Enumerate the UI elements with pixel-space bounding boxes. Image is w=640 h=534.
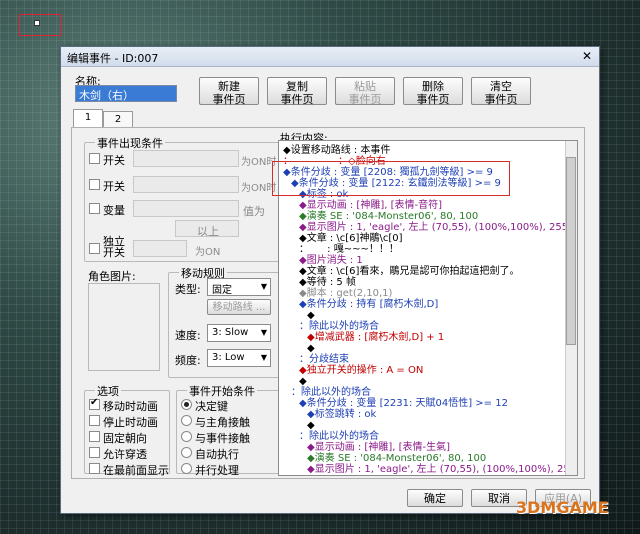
copy-page-label-1: 复制 [286, 80, 308, 93]
switch2-label: 开关 [103, 180, 125, 193]
through-label: 允许穿透 [103, 448, 147, 461]
speed-select[interactable]: 3: Slow ▼ [207, 324, 271, 342]
chevron-down-icon: ▼ [260, 353, 267, 362]
switch1-label: 开关 [103, 154, 125, 167]
content-line[interactable]: ◆增减武器 : [腐朽木劍,D] + 1 [307, 332, 444, 344]
switch1-checkbox[interactable] [89, 153, 100, 164]
chevron-down-icon: ▼ [260, 282, 267, 291]
move-type-select[interactable]: 固定 ▼ [207, 278, 271, 296]
walk-anim-checkbox[interactable] [89, 397, 100, 410]
paste-page-label-2: 事件页 [348, 93, 382, 106]
trigger-group: 事件开始条件 决定键 与主角接触 与事件接触 自动执行 并行处理 [176, 383, 280, 477]
variable-field[interactable] [133, 200, 239, 217]
trigger-parallel-radio[interactable] [181, 463, 192, 474]
through-checkbox[interactable] [89, 447, 100, 458]
name-input[interactable]: 木剑（右） [75, 85, 177, 102]
move-type-value: 固定 [212, 285, 232, 296]
new-page-label-1: 新建 [218, 80, 240, 93]
direction-fix-checkbox[interactable] [89, 431, 100, 442]
trigger-player-touch-radio[interactable] [181, 415, 192, 426]
chevron-down-icon: ▼ [260, 328, 267, 337]
clear-page-label-1: 清空 [490, 80, 512, 93]
step-anim-checkbox[interactable] [89, 415, 100, 426]
paste-page-label-1: 粘贴 [354, 80, 376, 93]
move-type-label: 类型: [175, 283, 201, 296]
switch1-field[interactable] [133, 150, 239, 167]
ok-button[interactable]: 确定 [407, 489, 463, 507]
speed-value: 3: Slow [212, 327, 249, 338]
conditions-title: 事件出现条件 [95, 135, 165, 151]
scrollbar[interactable] [565, 141, 577, 475]
event-marker[interactable] [19, 14, 61, 36]
close-icon[interactable]: ✕ [579, 49, 595, 64]
always-on-top-checkbox[interactable] [89, 463, 100, 474]
trigger-event-touch-label: 与事件接触 [195, 432, 250, 445]
title-bar[interactable]: 编辑事件 - ID:007 ✕ [61, 47, 599, 67]
delete-page-button[interactable]: 删除 事件页 [403, 77, 463, 106]
above-label: 以上 [197, 225, 219, 238]
self-switch-label: 独立 开关 [103, 236, 125, 258]
options-title: 选项 [95, 383, 121, 399]
clear-page-button[interactable]: 清空 事件页 [471, 77, 531, 106]
window-title: 编辑事件 - ID:007 [67, 52, 159, 65]
trigger-autorun-label: 自动执行 [195, 448, 239, 461]
highlight-box [272, 161, 510, 196]
self-switch-select[interactable] [133, 240, 187, 257]
scrollbar-thumb[interactable] [566, 157, 576, 345]
conditions-group: 事件出现条件 开关 为ON时 开关 为ON时 变量 值为 以上 独立 开关 为ON [84, 135, 284, 262]
tab-page-2[interactable]: 2 [103, 111, 133, 127]
graphic-label: 角色图片: [88, 270, 136, 283]
delete-page-label-1: 删除 [422, 80, 444, 93]
speed-label: 速度: [175, 329, 201, 342]
movement-group: 移动规则 类型: 固定 ▼ 移动路线 ... 速度: 3: Slow ▼ 频度: 3… [168, 265, 280, 378]
trigger-parallel-label: 并行处理 [195, 464, 239, 477]
new-page-button[interactable]: 新建 事件页 [199, 77, 259, 106]
self-switch-on-label: 为ON [195, 247, 221, 258]
copy-page-label-2: 事件页 [280, 93, 314, 106]
content-line[interactable]: ◆标签跳转 : ok [307, 409, 376, 421]
paste-page-button[interactable]: 粘贴 事件页 [335, 77, 395, 106]
switch2-checkbox[interactable] [89, 179, 100, 190]
delete-page-label-2: 事件页 [416, 93, 450, 106]
content-line[interactable]: ◆条件分歧 : 持有 [腐朽木劍,D] [299, 299, 438, 311]
self-switch-label-2: 开关 [103, 246, 125, 259]
event-dot [34, 20, 40, 26]
tab-page-1[interactable]: 1 [73, 109, 103, 127]
trigger-action-label: 决定键 [195, 400, 228, 413]
content-line[interactable]: ◆独立开关的操作 : A = ON [299, 365, 423, 377]
variable-checkbox[interactable] [89, 203, 100, 214]
move-route-button[interactable]: 移动路线 ... [207, 299, 271, 315]
trigger-event-touch-radio[interactable] [181, 431, 192, 442]
always-on-top-label: 在最前面显示 [103, 464, 169, 477]
clear-page-label-2: 事件页 [484, 93, 518, 106]
trigger-title: 事件开始条件 [187, 383, 257, 399]
self-switch-checkbox[interactable] [89, 243, 100, 254]
variable-value-label: 值为 [243, 205, 265, 218]
trigger-player-touch-label: 与主角接触 [195, 416, 250, 429]
new-page-label-2: 事件页 [212, 93, 246, 106]
freq-label: 频度: [175, 354, 201, 367]
trigger-action-radio[interactable] [181, 399, 192, 410]
trigger-autorun-radio[interactable] [181, 447, 192, 458]
variable-label: 变量 [103, 204, 125, 217]
freq-select[interactable]: 3: Low ▼ [207, 349, 271, 367]
options-group: 选项 移动时动画 停止时动画 固定朝向 允许穿透 在最前面显示 [84, 383, 170, 477]
walk-anim-label: 移动时动画 [103, 400, 158, 413]
content-line[interactable]: ◆显示图片 : 1, 'eagle', 左上 (70,55), (100%,10… [307, 464, 570, 475]
graphic-box[interactable] [88, 283, 160, 371]
watermark: 3DMGAME [516, 498, 609, 517]
direction-fix-label: 固定朝向 [103, 432, 147, 445]
switch2-field[interactable] [133, 176, 239, 193]
step-anim-label: 停止时动画 [103, 416, 158, 429]
copy-page-button[interactable]: 复制 事件页 [267, 77, 327, 106]
freq-value: 3: Low [212, 352, 245, 363]
